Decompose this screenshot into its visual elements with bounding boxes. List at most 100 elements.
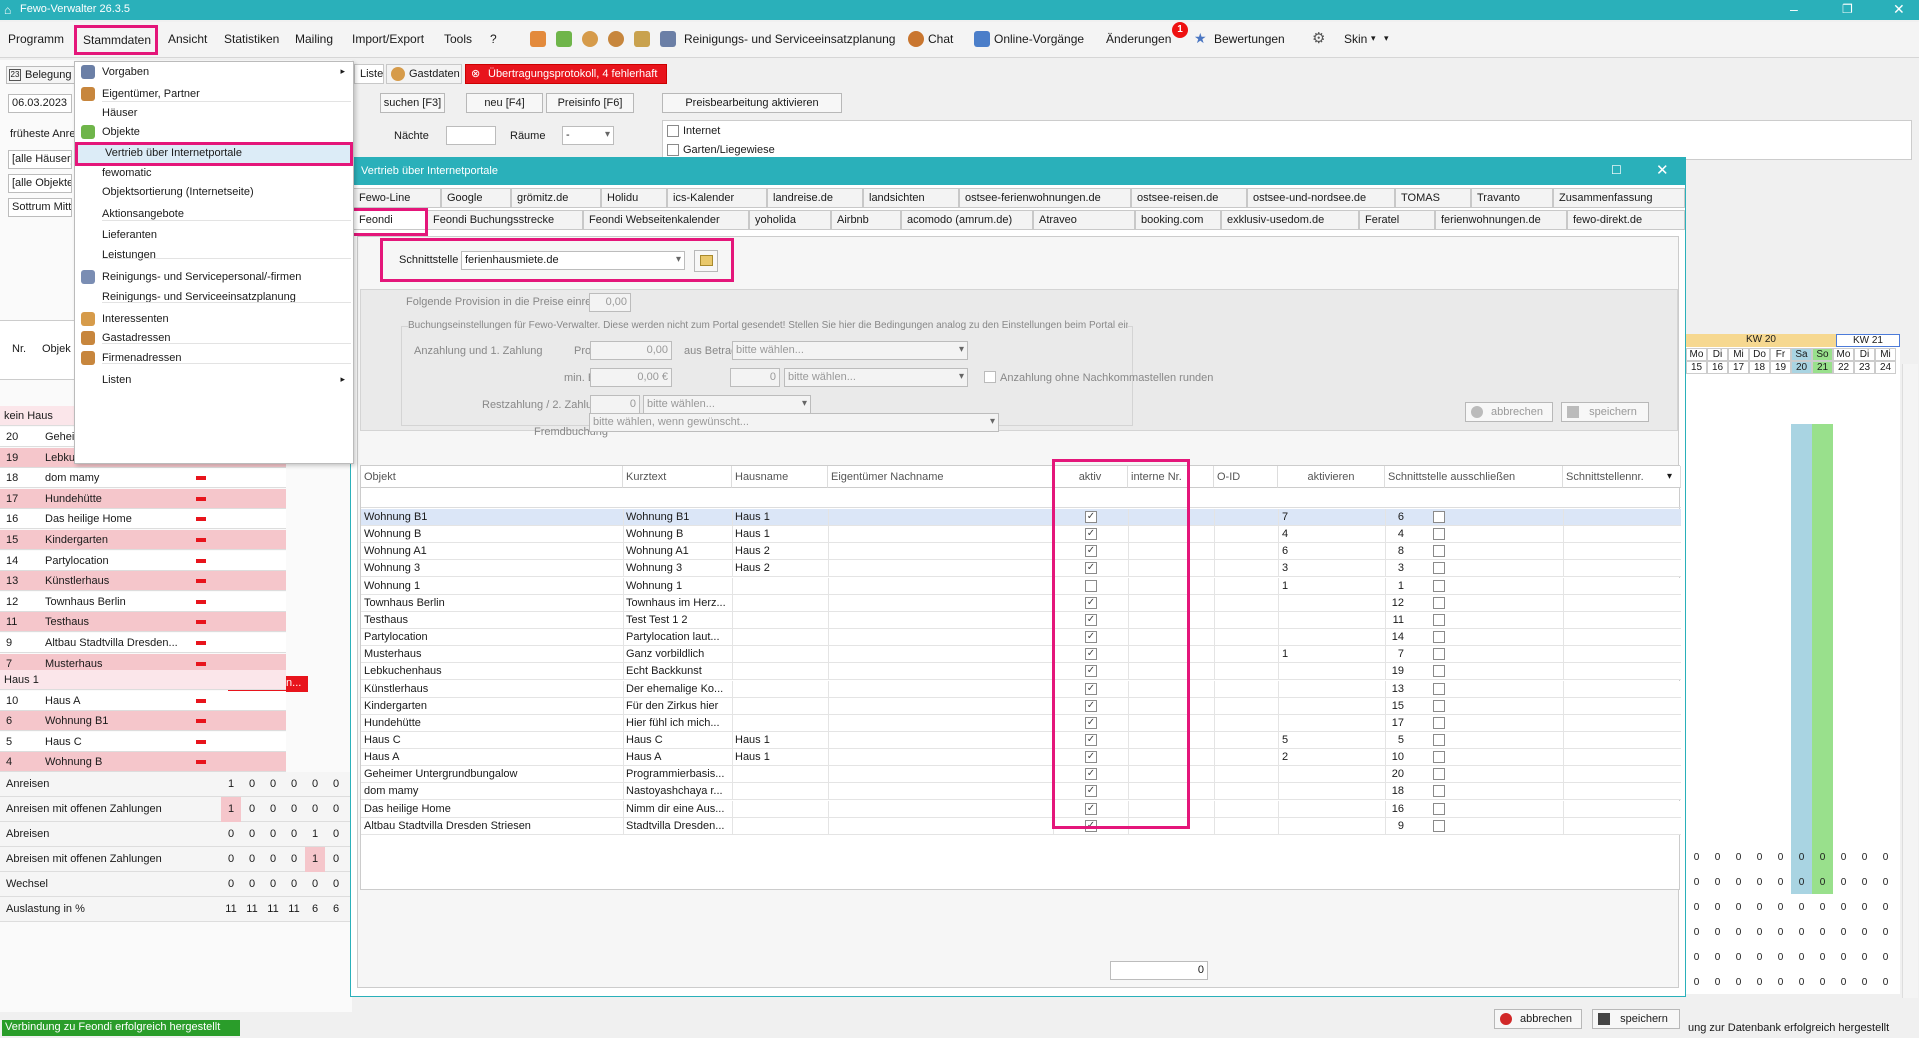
table-row[interactable]: dom mamy Nastoyashchaya r... ✓ 18 bbox=[361, 783, 1681, 801]
dialog-tab-feondi-buchungsstrecke[interactable]: Feondi Buchungsstrecke bbox=[427, 210, 583, 230]
neu-button[interactable]: neu [F4] bbox=[466, 93, 543, 113]
dialog-tab-ferienwohnungen-de[interactable]: ferienwohnungen.de bbox=[1435, 210, 1567, 230]
min-num-field[interactable]: 0 bbox=[730, 368, 780, 387]
schnittstelle-settings-button[interactable] bbox=[694, 250, 718, 272]
menu-mailing[interactable]: Mailing bbox=[295, 32, 333, 46]
table-row[interactable]: Wohnung 3 Wohnung 3 Haus 2 ✓ 3 3 bbox=[361, 560, 1681, 578]
dialog-tab-ostsee-reisen-de[interactable]: ostsee-reisen.de bbox=[1131, 188, 1247, 208]
table-row[interactable]: Wohnung B Wohnung B Haus 1 ✓ 4 4 bbox=[361, 526, 1681, 544]
menu-programm[interactable]: Programm bbox=[8, 32, 64, 46]
provision-field[interactable]: 0,00 bbox=[589, 293, 631, 312]
menu-skin[interactable]: Skin bbox=[1344, 32, 1367, 46]
table-row[interactable]: Testhaus Test Test 1 2 ✓ 11 bbox=[361, 611, 1681, 629]
min-betrag-select[interactable]: bitte wählen... bbox=[784, 368, 968, 387]
cell-aktivieren-checkbox[interactable] bbox=[1433, 648, 1445, 661]
table-row[interactable]: Kindergarten Für den Zirkus hier ✓ 15 bbox=[361, 697, 1681, 715]
ohne-nachkomma-checkbox[interactable] bbox=[984, 371, 996, 383]
dialog-tab-ostsee-ferienwohnungen-de[interactable]: ostsee-ferienwohnungen.de bbox=[959, 188, 1131, 208]
objekte-filter[interactable]: [alle Objekte bbox=[8, 174, 72, 193]
object-row[interactable]: 12 Townhaus Berlin bbox=[0, 591, 286, 612]
menu-online-vorgaenge[interactable]: Online-Vorgänge bbox=[994, 32, 1084, 46]
table-row[interactable]: Wohnung 1 Wohnung 111 bbox=[361, 577, 1681, 595]
notes-icon[interactable] bbox=[634, 31, 650, 47]
menu-reinigung[interactable]: Reinigungs- und Serviceeinsatzplanung bbox=[684, 32, 895, 46]
col-schnittstelle-ausschliessen[interactable]: Schnittstelle ausschließen bbox=[1385, 466, 1563, 488]
cell-aktivieren-checkbox[interactable] bbox=[1433, 596, 1445, 609]
guest-icon[interactable] bbox=[608, 31, 624, 47]
menu-item-reinigungs-und-serviceeinsatzplanung[interactable]: Reinigungs- und Serviceeinsatzplanung bbox=[75, 287, 353, 307]
menu-item-vorgaben[interactable]: Vorgaben bbox=[75, 62, 353, 82]
object-row[interactable]: 6 Wohnung B1 bbox=[0, 711, 286, 732]
col-eigentuemer[interactable]: Eigentümer Nachname bbox=[828, 466, 1053, 488]
menu-ansicht[interactable]: Ansicht bbox=[168, 32, 207, 46]
filter-row[interactable] bbox=[361, 488, 1681, 508]
object-row[interactable]: 17 Hundehütte bbox=[0, 488, 286, 509]
object-row[interactable]: 18 dom mamy bbox=[0, 468, 286, 489]
menu-item-interessenten[interactable]: Interessenten bbox=[75, 309, 353, 329]
filter-dropdown-icon[interactable]: ▾ bbox=[1667, 471, 1672, 482]
menu-stammdaten[interactable]: Stammdaten bbox=[74, 25, 159, 55]
cell-aktivieren-checkbox[interactable] bbox=[1433, 802, 1445, 815]
menu-import-export[interactable]: Import/Export bbox=[352, 32, 424, 46]
garten-checkbox[interactable] bbox=[667, 144, 679, 156]
table-row[interactable]: Haus A Haus A Haus 1 ✓ 2 10 bbox=[361, 749, 1681, 767]
menu-item-objektsortierung-internetseite-[interactable]: Objektsortierung (Internetseite) bbox=[75, 182, 353, 202]
object-row[interactable]: 4 Wohnung B bbox=[0, 752, 286, 773]
col-oid[interactable]: O-ID bbox=[1214, 466, 1278, 488]
dialog-tab-acomodo-amrum-de-[interactable]: acomodo (amrum.de) bbox=[901, 210, 1033, 230]
person-icon[interactable] bbox=[582, 31, 598, 47]
cell-aktivieren-checkbox[interactable] bbox=[1433, 682, 1445, 695]
dialog-tab-feratel[interactable]: Feratel bbox=[1359, 210, 1435, 230]
menu-help[interactable]: ? bbox=[490, 32, 497, 46]
cell-aktivieren-checkbox[interactable] bbox=[1433, 819, 1445, 832]
menu-item-lieferanten[interactable]: Lieferanten bbox=[75, 225, 353, 245]
object-row[interactable]: 16 Das heilige Home bbox=[0, 509, 286, 530]
dialog-tab-gr-mitz-de[interactable]: grömitz.de bbox=[511, 188, 601, 208]
menu-item-gastadressen[interactable]: Gastadressen bbox=[75, 328, 353, 348]
table-row[interactable]: Altbau Stadtvilla Dresden Striesen Stadtv… bbox=[361, 817, 1681, 835]
speichern-settings-button[interactable]: speichern bbox=[1561, 402, 1649, 422]
dialog-tab-landreise-de[interactable]: landreise.de bbox=[767, 188, 863, 208]
dialog-tab-google[interactable]: Google bbox=[441, 188, 511, 208]
menu-statistiken[interactable]: Statistiken bbox=[224, 32, 279, 46]
dialog-tab-fewo-direkt-de[interactable]: fewo-direkt.de bbox=[1567, 210, 1685, 230]
dialog-close-button[interactable]: ✕ bbox=[1656, 161, 1669, 179]
tab-gastdaten[interactable]: Gastdaten bbox=[386, 64, 462, 84]
speichern-button[interactable]: speichern bbox=[1592, 1009, 1680, 1029]
menu-item-fewomatic[interactable]: fewomatic bbox=[75, 163, 353, 183]
table-row[interactable]: Partylocation Partylocation laut... ✓ 14 bbox=[361, 629, 1681, 647]
dialog-tab-tomas[interactable]: TOMAS bbox=[1395, 188, 1471, 208]
menu-bewertungen[interactable]: Bewertungen bbox=[1214, 32, 1285, 46]
vertical-scrollbar[interactable] bbox=[1902, 364, 1918, 998]
cell-aktivieren-checkbox[interactable] bbox=[1433, 785, 1445, 798]
col-objekt[interactable]: Objekt bbox=[361, 466, 623, 488]
tab-protokoll[interactable]: ⊗ Übertragungsprotokoll, 4 fehlerhaft bbox=[465, 64, 667, 84]
close-button[interactable]: ✕ bbox=[1893, 1, 1905, 18]
abbrechen-button[interactable]: abbrechen bbox=[1494, 1009, 1582, 1029]
dialog-tab-travanto[interactable]: Travanto bbox=[1471, 188, 1553, 208]
table-row[interactable]: Wohnung A1 Wohnung A1 Haus 2 ✓ 6 8 bbox=[361, 543, 1681, 561]
preisbearbeitung-button[interactable]: Preisbearbeitung aktivieren bbox=[662, 93, 842, 113]
menu-item-leistungen[interactable]: Leistungen bbox=[75, 245, 353, 265]
cell-aktivieren-checkbox[interactable] bbox=[1433, 579, 1445, 592]
cell-aktivieren-checkbox[interactable] bbox=[1433, 562, 1445, 575]
menu-item-firmenadressen[interactable]: Firmenadressen bbox=[75, 348, 353, 368]
cell-aktivieren-checkbox[interactable] bbox=[1433, 631, 1445, 644]
people-icon[interactable] bbox=[530, 31, 546, 47]
naechte-field[interactable] bbox=[446, 126, 496, 145]
dialog-tab-ostsee-und-nordsee-de[interactable]: ostsee-und-nordsee.de bbox=[1247, 188, 1395, 208]
dialog-tab-yoholida[interactable]: yoholida bbox=[749, 210, 831, 230]
dialog-tab-atraveo[interactable]: Atraveo bbox=[1033, 210, 1135, 230]
table-row[interactable]: Townhaus Berlin Townhaus im Herz... ✓ 12 bbox=[361, 594, 1681, 612]
schnittstelle-select[interactable]: ferienhausmiete.de bbox=[461, 251, 685, 270]
preisinfo-button[interactable]: Preisinfo [F6] bbox=[546, 93, 634, 113]
col-hausname[interactable]: Hausname bbox=[732, 466, 828, 488]
cleaning-icon[interactable] bbox=[660, 31, 676, 47]
house-icon[interactable] bbox=[556, 31, 572, 47]
cell-aktivieren-checkbox[interactable] bbox=[1433, 545, 1445, 558]
dialog-tab-landsichten[interactable]: landsichten bbox=[863, 188, 959, 208]
aus-betrag-select[interactable]: bitte wählen... bbox=[732, 341, 968, 360]
cell-aktivieren-checkbox[interactable] bbox=[1433, 751, 1445, 764]
cell-aktivieren-checkbox[interactable] bbox=[1433, 528, 1445, 541]
sottrum-filter[interactable]: Sottrum Mitte bbox=[8, 198, 72, 217]
